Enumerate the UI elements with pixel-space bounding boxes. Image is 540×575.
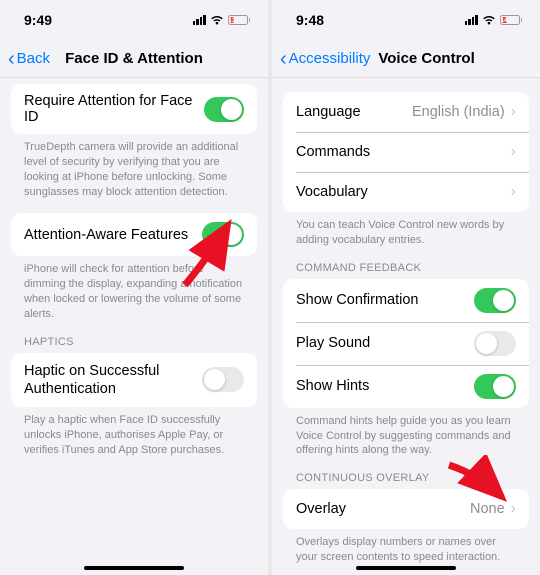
show-hints-row[interactable]: Show Hints (283, 365, 529, 408)
play-sound-toggle[interactable] (474, 331, 516, 356)
footer-text: Command hints help guide you as you lear… (283, 408, 529, 459)
battery-level: 14 (502, 17, 507, 23)
vocabulary-row[interactable]: Vocabulary › (283, 172, 529, 212)
status-right: 14 (465, 15, 523, 26)
cell-label: Play Sound (296, 335, 370, 351)
content: Require Attention for Face ID TrueDepth … (0, 78, 268, 575)
battery-level: 13 (230, 17, 235, 23)
status-bar: 9:49 13 (0, 0, 268, 40)
show-confirmation-toggle[interactable] (474, 288, 516, 313)
screen-face-id: 9:49 13 ‹ Back Face ID & Attention (0, 0, 268, 575)
section-header: COMMAND FEEDBACK (283, 262, 529, 279)
require-attention-toggle[interactable] (204, 97, 244, 122)
cell-label: Attention-Aware Features (24, 227, 188, 243)
nav-bar: ‹ Back Face ID & Attention (0, 40, 268, 78)
status-time: 9:48 (296, 12, 324, 28)
footer-text: Play a haptic when Face ID successfully … (11, 407, 257, 458)
page-title: Face ID & Attention (65, 50, 203, 67)
wifi-icon (482, 15, 496, 26)
footer-text: You can teach Voice Control new words by… (283, 212, 529, 248)
chevron-right-icon: › (511, 103, 516, 121)
page-title: Voice Control (378, 50, 474, 67)
haptic-auth-toggle[interactable] (202, 367, 244, 392)
status-bar: 9:48 14 (272, 0, 540, 40)
cell-label: Require Attention for Face ID (24, 93, 204, 125)
cellular-icon (193, 15, 206, 25)
play-sound-row[interactable]: Play Sound (283, 322, 529, 365)
chevron-right-icon: › (511, 183, 516, 201)
back-button[interactable]: ‹ Accessibility (280, 49, 370, 69)
status-right: 13 (193, 15, 251, 26)
cellular-icon (465, 15, 478, 25)
cell-label: Show Hints (296, 378, 369, 394)
require-attention-row[interactable]: Require Attention for Face ID (11, 84, 257, 134)
cell-label: Show Confirmation (296, 292, 419, 308)
cell-label: Language (296, 104, 361, 120)
chevron-left-icon: ‹ (280, 49, 287, 69)
footer-text: TrueDepth camera will provide an additio… (11, 134, 257, 199)
home-indicator (84, 566, 184, 570)
section-header: HAPTICS (11, 336, 257, 353)
attention-aware-row[interactable]: Attention-Aware Features (11, 213, 257, 256)
footer-text: Overlays display numbers or names over y… (283, 529, 529, 565)
cell-label: Vocabulary (296, 184, 368, 200)
cell-label: Overlay (296, 501, 346, 517)
language-row[interactable]: Language English (India) › (283, 92, 529, 132)
back-label: Accessibility (289, 50, 371, 67)
chevron-right-icon: › (511, 500, 516, 518)
battery-icon: 13 (228, 15, 251, 25)
status-time: 9:49 (24, 12, 52, 28)
haptic-auth-row[interactable]: Haptic on Successful Authentication (11, 353, 257, 407)
battery-icon: 14 (500, 15, 523, 25)
back-label: Back (17, 50, 50, 67)
cell-label: Commands (296, 144, 370, 160)
attention-aware-toggle[interactable] (202, 222, 244, 247)
back-button[interactable]: ‹ Back (8, 49, 50, 69)
footer-text: iPhone will check for attention before d… (11, 256, 257, 321)
show-hints-toggle[interactable] (474, 374, 516, 399)
screen-voice-control: 9:48 14 ‹ Accessibility Voice Control (272, 0, 540, 575)
show-confirmation-row[interactable]: Show Confirmation (283, 279, 529, 322)
section-header: CONTINUOUS OVERLAY (283, 472, 529, 489)
content: Language English (India) › Commands › Voc… (272, 78, 540, 575)
chevron-right-icon: › (511, 143, 516, 161)
wifi-icon (210, 15, 224, 26)
cell-value: English (India) (412, 104, 505, 120)
cell-value: None (470, 501, 505, 517)
home-indicator (356, 566, 456, 570)
commands-row[interactable]: Commands › (283, 132, 529, 172)
chevron-left-icon: ‹ (8, 49, 15, 69)
cell-label: Haptic on Successful Authentication (24, 362, 194, 398)
nav-bar: ‹ Accessibility Voice Control (272, 40, 540, 78)
overlay-row[interactable]: Overlay None › (283, 489, 529, 529)
